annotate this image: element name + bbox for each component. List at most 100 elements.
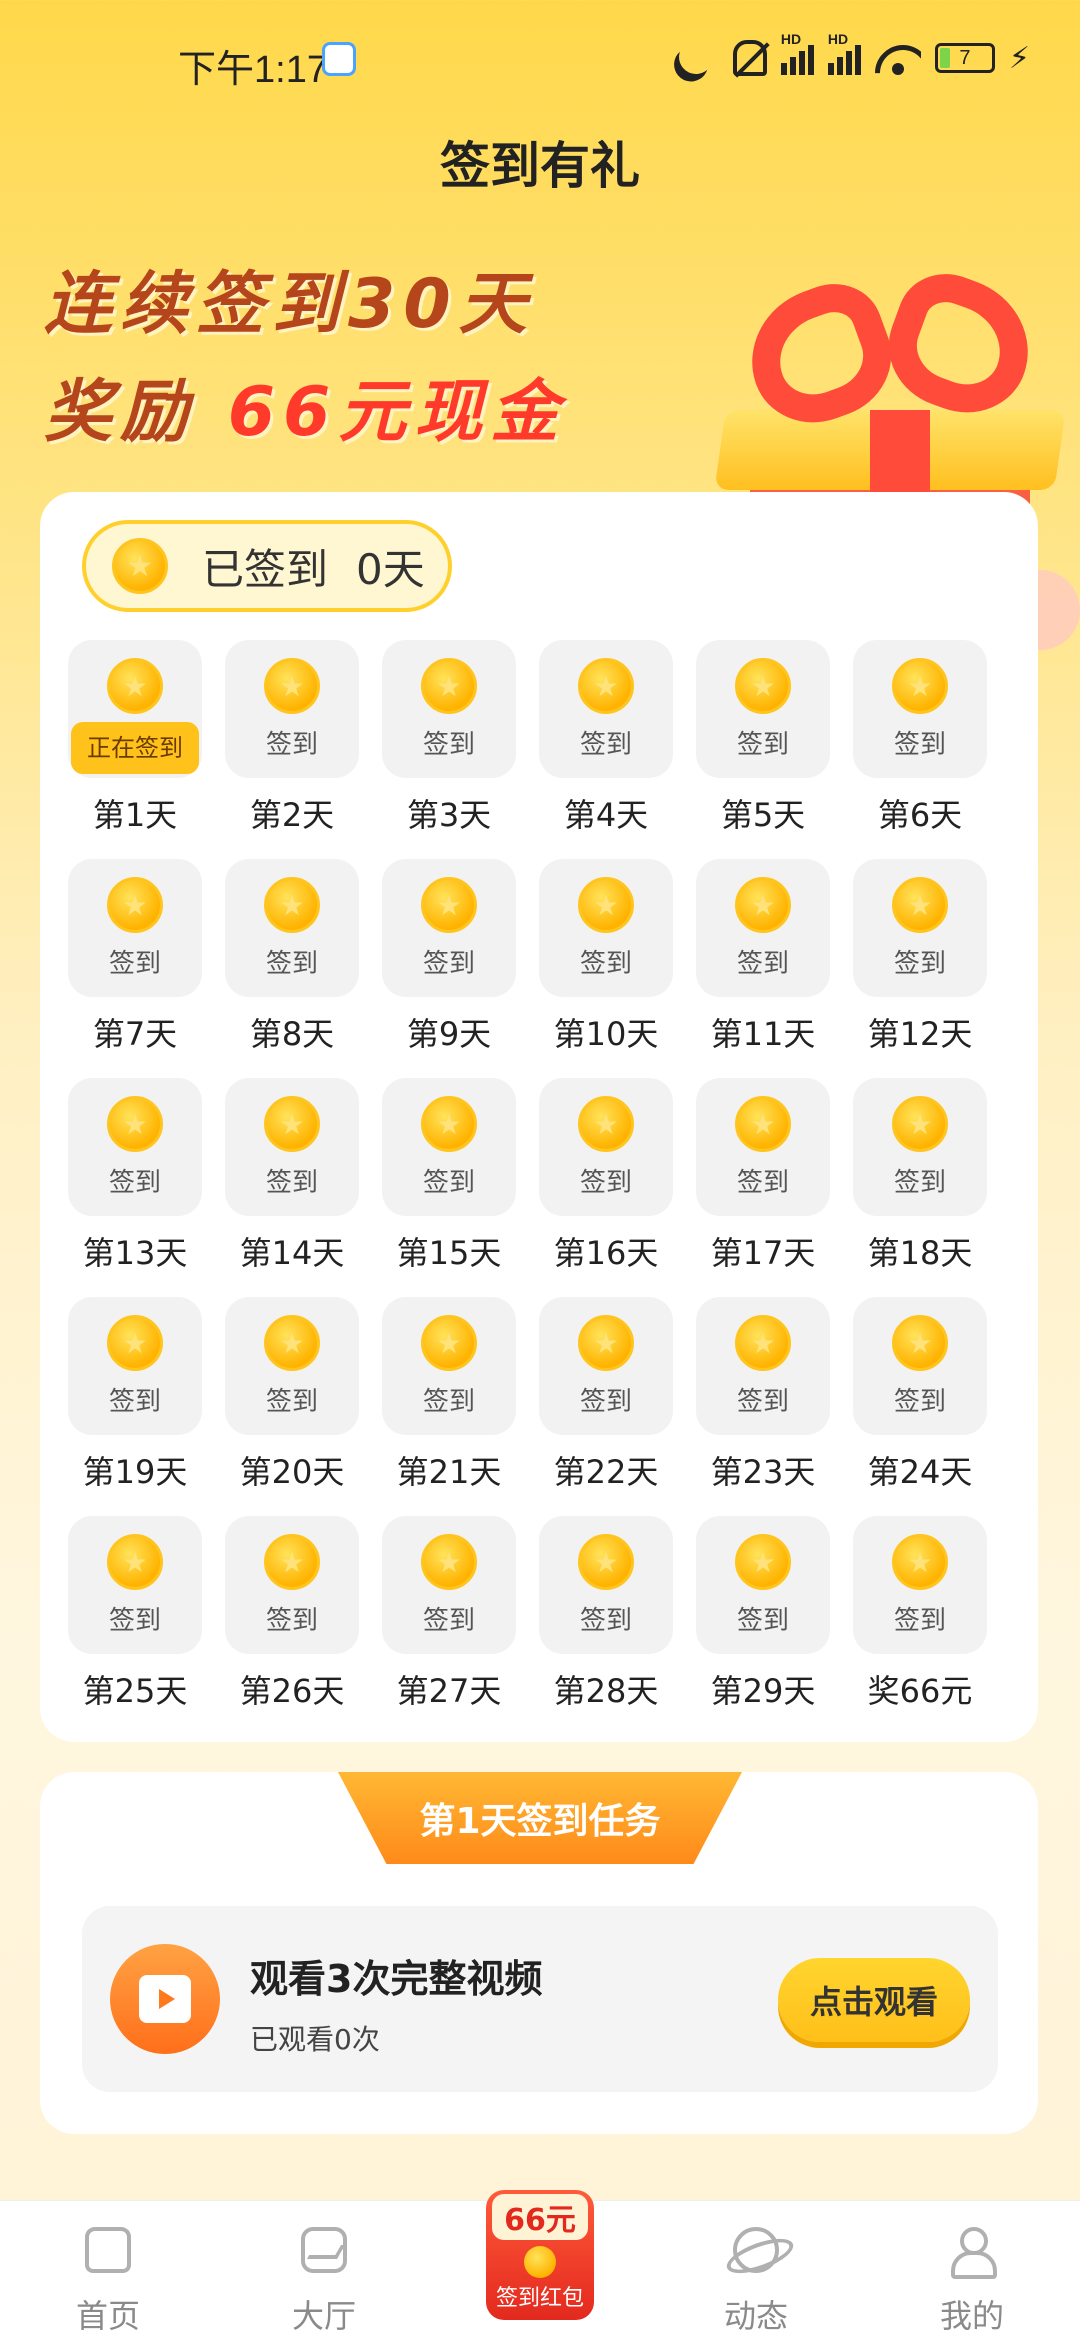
signin-day-action: 签到 [108, 1168, 161, 1198]
signin-day[interactable]: 签到第27天 [382, 1516, 516, 1735]
signin-day[interactable]: 签到第3天 [382, 640, 516, 859]
signin-day-label: 第20天 [239, 1453, 345, 1491]
signin-day[interactable]: 签到第14天 [225, 1078, 359, 1297]
signin-day[interactable]: 签到第2天 [225, 640, 359, 859]
charging-icon: ⚡ [1008, 40, 1030, 76]
task-progress: 已观看0次 [250, 2023, 380, 2056]
coin-icon [892, 1315, 948, 1371]
signin-day[interactable]: 签到第17天 [696, 1078, 830, 1297]
signin-day-box[interactable]: 签到 [539, 1078, 673, 1216]
signin-day-box[interactable]: 签到 [68, 1078, 202, 1216]
signin-day-label: 第15天 [396, 1234, 502, 1272]
signin-day-box[interactable]: 签到 [225, 1297, 359, 1435]
signin-day-box[interactable]: 签到 [225, 1516, 359, 1654]
signin-day[interactable]: 签到第9天 [382, 859, 516, 1078]
signin-day-action: 签到 [893, 1387, 946, 1417]
signin-day[interactable]: 签到第18天 [853, 1078, 987, 1297]
signin-day-box[interactable]: 签到 [539, 859, 673, 997]
signin-day[interactable]: 签到第26天 [225, 1516, 359, 1735]
signin-day[interactable]: 签到第25天 [68, 1516, 202, 1735]
signin-day[interactable]: 签到第11天 [696, 859, 830, 1078]
signin-day-box[interactable]: 签到 [696, 1078, 830, 1216]
signin-day-box[interactable]: 签到 [382, 1516, 516, 1654]
signin-day-action: 签到 [422, 730, 475, 760]
banner-highlight: 66元现金 [227, 373, 567, 452]
signin-day[interactable]: 签到第5天 [696, 640, 830, 859]
signin-day-action: 签到 [579, 1168, 632, 1198]
signin-day-box[interactable]: 签到 [382, 640, 516, 778]
signin-day-box[interactable]: 签到 [225, 640, 359, 778]
signin-redpack-button[interactable]: 66元 签到红包 [486, 2190, 594, 2336]
signin-day-box[interactable]: 签到 [696, 640, 830, 778]
coin-icon [892, 877, 948, 933]
signin-day[interactable]: 签到第21天 [382, 1297, 516, 1516]
signin-day-box[interactable]: 签到 [853, 1297, 987, 1435]
signin-day-box[interactable]: 签到 [539, 640, 673, 778]
signin-day[interactable]: 签到第4天 [539, 640, 673, 859]
watch-button[interactable]: 点击观看 [778, 1958, 970, 2042]
signin-day-box[interactable]: 签到 [853, 859, 987, 997]
signin-day-box[interactable]: 签到 [382, 1078, 516, 1216]
signin-day-action: 签到 [108, 1387, 161, 1417]
signin-day-label: 第7天 [92, 1015, 178, 1053]
signin-day-label: 第26天 [239, 1672, 345, 1710]
signin-day-label: 第27天 [396, 1672, 502, 1710]
signin-day-box[interactable]: 签到 [68, 1516, 202, 1654]
nav-feed[interactable]: 动态 [676, 2201, 836, 2340]
signin-day-box[interactable]: 签到 [382, 1297, 516, 1435]
nav-me[interactable]: 我的 [892, 2201, 1052, 2340]
signin-day[interactable]: 正在签到第1天 [68, 640, 202, 859]
coin-icon [578, 877, 634, 933]
signin-day-box[interactable]: 签到 [225, 859, 359, 997]
signin-day[interactable]: 签到第19天 [68, 1297, 202, 1516]
nav-hall[interactable]: 大厅 [244, 2201, 404, 2340]
signin-day-action: 签到 [265, 949, 318, 979]
signin-day[interactable]: 签到第15天 [382, 1078, 516, 1297]
signin-day-box[interactable]: 签到 [696, 1516, 830, 1654]
wifi-icon [875, 41, 921, 75]
signin-day[interactable]: 签到第24天 [853, 1297, 987, 1516]
redpack-amount: 66元 [492, 2194, 588, 2240]
signin-day[interactable]: 签到第12天 [853, 859, 987, 1078]
signin-day-box[interactable]: 签到 [853, 1078, 987, 1216]
signin-day-box[interactable]: 签到 [382, 859, 516, 997]
signin-day-label: 第5天 [720, 796, 806, 834]
coin-icon [892, 1096, 948, 1152]
signin-day[interactable]: 签到第13天 [68, 1078, 202, 1297]
signin-day[interactable]: 签到第20天 [225, 1297, 359, 1516]
signin-day-box[interactable]: 签到 [225, 1078, 359, 1216]
muted-bell-icon [732, 40, 767, 76]
signed-label: 已签到 [202, 544, 329, 594]
signin-day-box[interactable]: 签到 [68, 859, 202, 997]
coin-icon [735, 1315, 791, 1371]
page-title: 签到有礼 [440, 137, 640, 195]
signin-day[interactable]: 签到第28天 [539, 1516, 673, 1735]
signin-day-box[interactable]: 签到 [539, 1297, 673, 1435]
signin-day-box[interactable]: 正在签到 [68, 640, 202, 778]
coin-icon [107, 658, 163, 714]
signin-day[interactable]: 签到第22天 [539, 1297, 673, 1516]
signin-day-action: 签到 [422, 1606, 475, 1636]
signin-day[interactable]: 签到第7天 [68, 859, 202, 1078]
signin-day-box[interactable]: 签到 [853, 1516, 987, 1654]
signin-day[interactable]: 签到第16天 [539, 1078, 673, 1297]
signin-day[interactable]: 签到第10天 [539, 859, 673, 1078]
coin-icon [578, 658, 634, 714]
signin-day[interactable]: 签到第23天 [696, 1297, 830, 1516]
signin-day-action: 签到 [893, 949, 946, 979]
signin-day[interactable]: 签到第6天 [853, 640, 987, 859]
signin-day-action: 签到 [265, 730, 318, 760]
signin-day-box[interactable]: 签到 [696, 1297, 830, 1435]
nav-home[interactable]: 首页 [28, 2201, 188, 2340]
signin-day[interactable]: 签到第29天 [696, 1516, 830, 1735]
user-icon [949, 2227, 997, 2279]
signin-day[interactable]: 签到第8天 [225, 859, 359, 1078]
signin-day-box[interactable]: 签到 [539, 1516, 673, 1654]
signin-day-box[interactable]: 签到 [696, 859, 830, 997]
signin-day-box[interactable]: 签到 [853, 640, 987, 778]
signin-day-box[interactable]: 签到 [68, 1297, 202, 1435]
signin-day-action: 签到 [736, 1606, 789, 1636]
signin-day[interactable]: 签到奖66元 [853, 1516, 987, 1735]
coin-icon [421, 658, 477, 714]
battery-level: 7 [959, 46, 971, 69]
